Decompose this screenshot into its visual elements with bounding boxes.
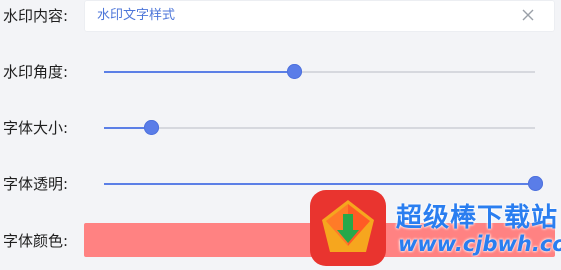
angle-slider[interactable] xyxy=(104,64,535,80)
content-value: 水印文字样式 xyxy=(97,8,176,23)
size-slider-thumb[interactable] xyxy=(144,120,160,135)
opacity-row: 字体透明: xyxy=(0,170,561,198)
content-label: 水印内容: xyxy=(3,7,69,25)
opacity-slider-fill xyxy=(104,183,535,185)
size-slider[interactable] xyxy=(104,120,535,136)
angle-slider-fill xyxy=(104,71,294,73)
close-icon[interactable] xyxy=(519,6,537,24)
color-row: 字体颜色: xyxy=(0,223,561,269)
color-label: 字体颜色: xyxy=(3,232,69,250)
opacity-slider[interactable] xyxy=(104,176,543,192)
angle-label: 水印角度: xyxy=(3,63,69,81)
angle-slider-thumb[interactable] xyxy=(286,64,302,79)
opacity-label: 字体透明: xyxy=(3,175,69,193)
angle-row: 水印角度: xyxy=(0,58,561,86)
size-slider-track xyxy=(104,127,535,129)
content-input[interactable]: 水印文字样式 xyxy=(84,0,555,32)
color-swatch[interactable] xyxy=(84,223,555,257)
opacity-slider-thumb[interactable] xyxy=(528,176,543,191)
size-label: 字体大小: xyxy=(3,119,69,137)
content-row: 水印内容: 水印文字样式 xyxy=(0,0,561,34)
size-row: 字体大小: xyxy=(0,114,561,142)
